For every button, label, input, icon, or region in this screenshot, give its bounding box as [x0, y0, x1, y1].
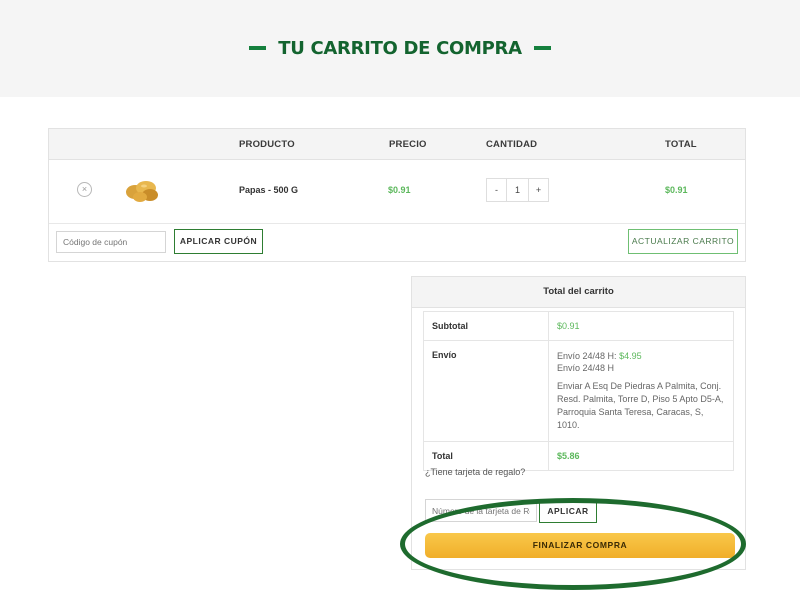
checkout-button[interactable]: FINALIZAR COMPRA	[425, 533, 735, 558]
page-title-wrap: TU CARRITO DE COMPRA	[0, 36, 800, 60]
title-dash-right	[533, 46, 551, 50]
shipping-address: Enviar A Esq De Piedras A Palmita, Conj.…	[557, 381, 724, 430]
update-cart-button[interactable]: ACTUALIZAR CARRITO	[628, 229, 738, 254]
page-header: TU CARRITO DE COMPRA	[0, 0, 800, 97]
quantity-input[interactable]: 1	[507, 178, 528, 202]
subtotal-label: Subtotal	[423, 311, 549, 341]
cart-table: PRODUCTO PRECIO CANTIDAD TOTAL × Papas -…	[48, 128, 746, 262]
item-total: $0.91	[665, 185, 688, 195]
gift-card-input[interactable]	[425, 499, 537, 522]
shipping-option-label: Envío 24/48 H:	[557, 351, 617, 361]
shipping-option: Envío 24/48 H: $4.95	[557, 350, 725, 362]
page-title: TU CARRITO DE COMPRA	[278, 37, 522, 59]
product-price: $0.91	[388, 185, 411, 195]
subtotal-row: Subtotal $0.91	[423, 311, 734, 341]
quantity-stepper: - 1 +	[486, 178, 549, 202]
potato-product-image[interactable]	[124, 176, 160, 204]
remove-item-button[interactable]: ×	[77, 182, 92, 197]
shipping-option-price: $4.95	[619, 351, 642, 361]
cart-totals-title: Total del carrito	[412, 277, 745, 308]
column-price: PRECIO	[389, 139, 427, 150]
cart-item-row: × Papas - 500 G $0.91 - 1 + $0.91	[49, 160, 745, 224]
apply-coupon-button[interactable]: APLICAR CUPÓN	[174, 229, 263, 254]
quantity-decrease-button[interactable]: -	[486, 178, 507, 202]
title-dash-left	[249, 46, 267, 50]
coupon-code-input[interactable]	[56, 231, 166, 253]
column-product: PRODUCTO	[239, 139, 295, 150]
shipping-details: Envío 24/48 H: $4.95 Envío 24/48 H Envia…	[548, 340, 734, 442]
cart-totals: Total del carrito Subtotal $0.91 Envío E…	[411, 276, 746, 570]
totals-table: Subtotal $0.91 Envío Envío 24/48 H: $4.9…	[423, 311, 734, 471]
column-quantity: CANTIDAD	[486, 139, 538, 150]
cart-table-header: PRODUCTO PRECIO CANTIDAD TOTAL	[49, 129, 745, 160]
product-name-link[interactable]: Papas - 500 G	[239, 185, 298, 195]
subtotal-value: $0.91	[548, 311, 734, 341]
shipping-row: Envío Envío 24/48 H: $4.95 Envío 24/48 H…	[423, 340, 734, 442]
gift-card-apply-button[interactable]: APLICAR	[539, 499, 597, 523]
order-total-value: $5.86	[548, 441, 734, 471]
column-total: TOTAL	[665, 139, 697, 150]
gift-card-question: ¿Tiene tarjeta de regalo?	[425, 467, 526, 477]
quantity-increase-button[interactable]: +	[528, 178, 549, 202]
shipping-label: Envío	[423, 340, 549, 442]
shipping-method: Envío 24/48 H	[557, 363, 615, 373]
